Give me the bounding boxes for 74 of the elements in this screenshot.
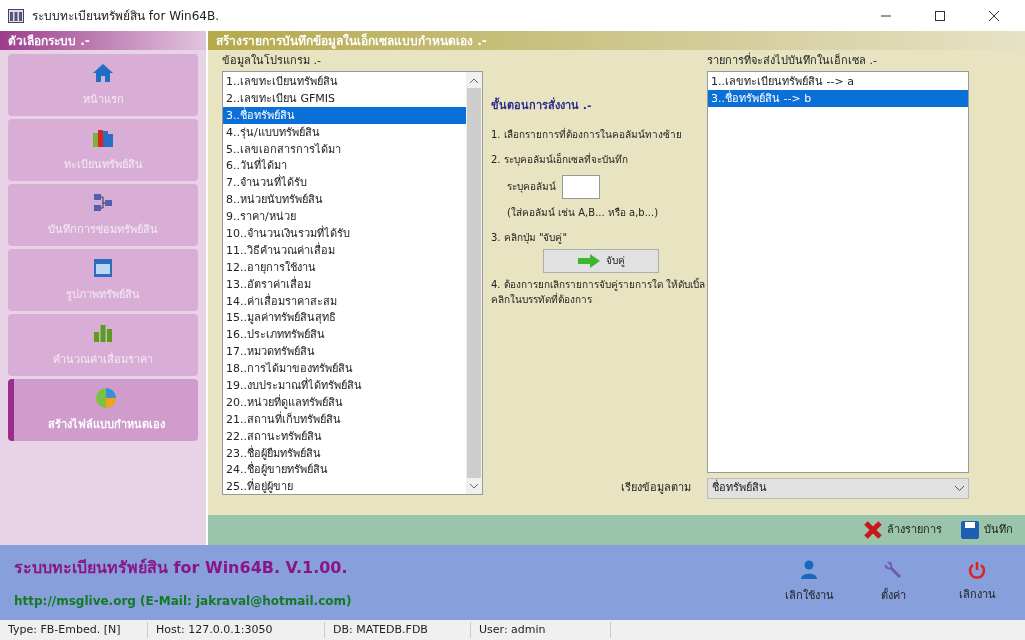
status-text: User: admin bbox=[471, 621, 611, 639]
instruction-text: 2. ระบุคอลัมน์เอ็กเซลที่จะบันทึก bbox=[491, 151, 629, 167]
settings-button[interactable]: ตั้งค่า bbox=[861, 557, 925, 608]
status-text: DB: MATEDB.FDB bbox=[325, 621, 471, 639]
hint-text: (ใส่คอลัมน์ เช่น A,B... หรือ a,b...) bbox=[506, 205, 660, 220]
scroll-down-icon[interactable] bbox=[470, 483, 478, 489]
instruction-text: 4. ต้องการยกเลิกรายการจับคู่รายการใด ให้ดับเบิ้ลคลิกในบรรทัดที่ต้องการ bbox=[491, 276, 706, 307]
pie-chart-icon bbox=[95, 386, 117, 409]
list-item[interactable]: 5..เลขเอกสารการได้มา bbox=[223, 140, 466, 158]
list-label: รายการที่จะส่งไปบันทึกในเอ็กเซล .- bbox=[707, 53, 878, 69]
list-item[interactable]: 23..ชื่อผู้ยืมทรัพย์สิน bbox=[223, 444, 466, 462]
scroll-thumb[interactable] bbox=[467, 88, 481, 478]
list-item[interactable]: 25..ที่อยู่ผู้ขาย bbox=[223, 478, 466, 494]
pair-button[interactable]: จับคู่ bbox=[543, 248, 659, 273]
app-icon bbox=[8, 8, 24, 23]
panel-title: สร้างรายการบันทึกข้อมูลในเอ็กเซลแบบกำหนดเอง .- bbox=[208, 31, 1025, 50]
app-version-title: ระบบทะเบียนทรัพย์สิน for Win64B. V.1.00. bbox=[14, 556, 349, 579]
field-label: ระบุคอลัมน์ bbox=[507, 180, 556, 194]
close-icon bbox=[989, 10, 999, 21]
power-icon bbox=[968, 561, 986, 580]
list-item[interactable]: 13..อัตราค่าเสื่อม bbox=[223, 275, 466, 293]
save-button[interactable]: บันทึก bbox=[958, 517, 1015, 543]
list-item[interactable]: 19..งบประมาณที่ได้ทรัพย์สิน bbox=[223, 377, 466, 394]
list-item[interactable]: 7..จำนวนที่ได้รับ bbox=[223, 174, 466, 192]
logout-button[interactable]: เลิกใช้งาน bbox=[777, 557, 841, 608]
scroll-up-icon[interactable] bbox=[470, 77, 478, 83]
list-item[interactable]: 1..เลขทะเบียนทรัพย์สิน bbox=[223, 73, 466, 90]
list-item[interactable]: 4..รุ่น/แบบทรัพย์สิน bbox=[223, 123, 466, 141]
window-title: ระบบทะเบียนทรัพย์สิน for Win64B. bbox=[32, 7, 219, 25]
clear-button[interactable]: ล้างรายการ bbox=[861, 517, 944, 543]
export-list[interactable]: 1..เลขทะเบียนทรัพย์สิน --> a 3..ชื่อทรัพย์สิน --> b bbox=[707, 71, 969, 473]
house-icon bbox=[92, 62, 114, 83]
list-item[interactable]: 3..ชื่อทรัพย์สิน bbox=[223, 106, 466, 124]
sort-label: เรียงข้อมูลตาม bbox=[621, 480, 692, 497]
list-item[interactable]: 16..ประเภททรัพย์สิน bbox=[223, 326, 466, 344]
scrollbar[interactable] bbox=[466, 72, 482, 494]
list-item[interactable]: 22..สถานะทรัพย์สิน bbox=[223, 427, 466, 445]
newspaper-icon bbox=[93, 257, 113, 278]
instruction-text: 3. คลิกปุ่ม "จับคู่" bbox=[491, 230, 569, 245]
list-item[interactable]: 20..หน่วยที่ดูแลทรัพย์สิน bbox=[223, 393, 466, 411]
chevron-down-icon bbox=[955, 486, 964, 491]
list-item[interactable]: 8..หน่วยนับทรัพย์สิน bbox=[223, 191, 466, 209]
column-input[interactable] bbox=[562, 174, 600, 199]
list-item[interactable]: 18..การได้มาของทรัพย์สิน bbox=[223, 360, 466, 378]
list-item[interactable]: 3..ชื่อทรัพย์สิน --> b bbox=[708, 90, 968, 107]
status-text: Type: FB-Embed. [N] bbox=[0, 621, 148, 639]
list-item[interactable]: 12..อายุการใช้งาน bbox=[223, 258, 466, 276]
bar-chart-icon bbox=[93, 322, 113, 343]
list-item[interactable]: 10..จำนวนเงินรวมที่ได้รับ bbox=[223, 225, 466, 242]
network-icon bbox=[93, 192, 113, 213]
list-item[interactable]: 11..วิธีคำนวณค่าเสื่อม bbox=[223, 241, 466, 259]
steps-title: ขั้นตอนการสั่งงาน .- bbox=[491, 98, 593, 114]
list-item[interactable]: 1..เลขทะเบียนทรัพย์สิน --> a bbox=[708, 73, 968, 90]
list-item[interactable]: 21..สถานที่เก็บทรัพย์สิน bbox=[223, 410, 466, 428]
list-item[interactable]: 15..มูลค่าทรัพย์สินสุทธิ bbox=[223, 309, 466, 327]
wrench-icon bbox=[883, 560, 903, 581]
sidebar-title: ตัวเลือกระบบ .- bbox=[0, 31, 206, 50]
exit-button[interactable]: เลิกงาน bbox=[945, 557, 1009, 608]
list-item[interactable]: 24..ชื่อผู้ขายทรัพย์สิน bbox=[223, 461, 466, 479]
instruction-text: 1. เลือกรายการที่ต้องการในคอลัมน์ทางซ้าย bbox=[491, 126, 683, 142]
list-item[interactable]: 17..หมวดทรัพย์สิน bbox=[223, 343, 466, 361]
user-icon bbox=[801, 560, 817, 581]
arrow-right-icon bbox=[577, 253, 600, 268]
sort-dropdown[interactable]: ชื่อทรัพย์สิน bbox=[707, 478, 969, 499]
list-item[interactable]: 2..เลขทะเบียน GFMIS bbox=[223, 89, 466, 107]
cross-icon bbox=[863, 520, 883, 540]
list-item[interactable]: 9..ราคา/หน่วย bbox=[223, 208, 466, 225]
status-text: Host: 127.0.0.1:3050 bbox=[148, 621, 325, 639]
maximize-icon bbox=[935, 10, 945, 21]
field-list[interactable] bbox=[222, 71, 483, 495]
books-icon bbox=[92, 127, 114, 148]
list-item[interactable]: 6..วันที่ได้มา bbox=[223, 157, 466, 175]
list-label: ข้อมูลในโปรแกรม .- bbox=[222, 53, 322, 69]
list-item[interactable]: 14..ค่าเสื่อมราคาสะสม bbox=[223, 292, 466, 310]
